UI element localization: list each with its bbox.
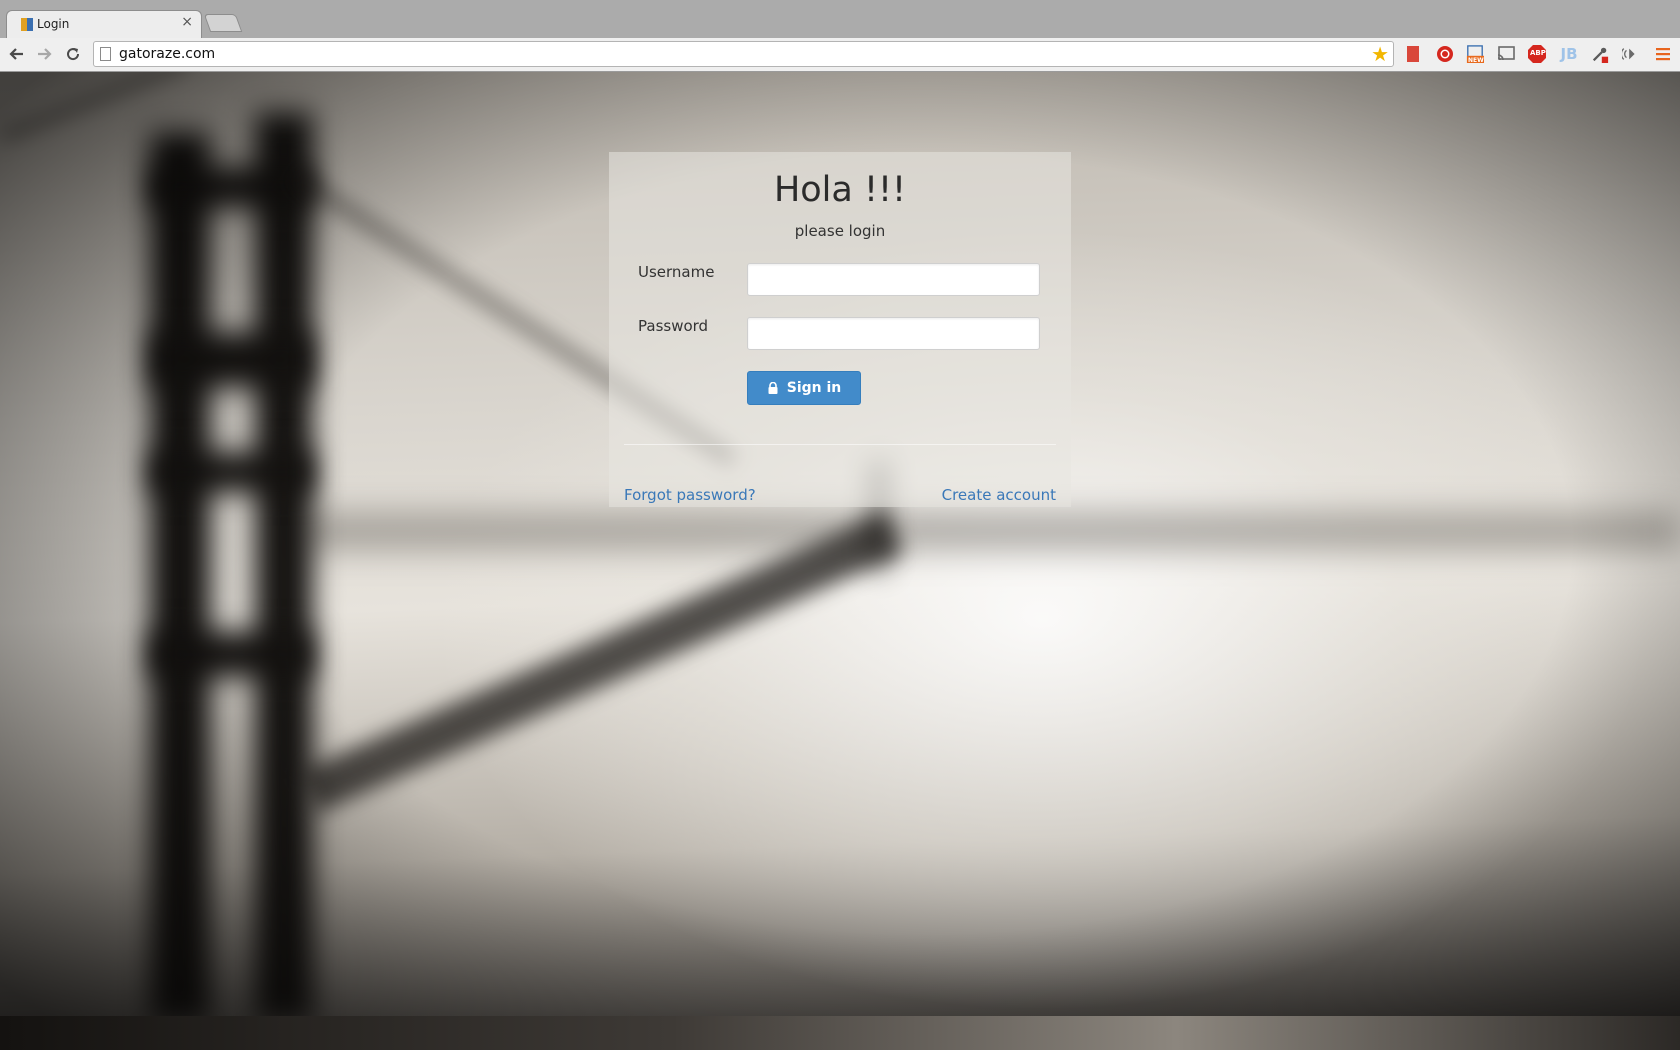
- panel-divider: [624, 444, 1056, 445]
- reload-button[interactable]: [62, 43, 84, 65]
- browser-chrome: Login × gatoraze.com ★ NEW ABP JB: [0, 0, 1680, 72]
- login-subtitle: please login: [794, 222, 886, 240]
- url-text[interactable]: gatoraze.com: [119, 46, 215, 62]
- tab-strip: Login ×: [0, 0, 1680, 38]
- bottom-strip: [0, 1016, 1680, 1050]
- password-input[interactable]: [747, 317, 1040, 350]
- back-arrow-icon: [9, 48, 23, 60]
- sign-in-label: Sign in: [786, 380, 842, 396]
- sign-in-button[interactable]: Sign in: [747, 371, 861, 405]
- record-ext-icon[interactable]: [1436, 45, 1454, 63]
- login-panel: Hola !!! please login Username Password …: [609, 152, 1071, 507]
- speaker-ext-icon[interactable]: [1622, 45, 1640, 63]
- username-label: Username: [638, 263, 715, 281]
- lock-icon: [768, 382, 778, 394]
- bookmark-ext-icon[interactable]: [1404, 45, 1422, 63]
- jb-label: JB: [1560, 45, 1578, 63]
- menu-icon[interactable]: [1654, 45, 1672, 63]
- create-account-link[interactable]: Create account: [942, 486, 1056, 504]
- tab-login[interactable]: Login ×: [6, 10, 202, 38]
- address-bar[interactable]: gatoraze.com ★: [93, 41, 1394, 67]
- new-ext-icon[interactable]: NEW: [1466, 45, 1484, 64]
- cast-icon[interactable]: [1497, 45, 1515, 63]
- page-viewport: Hola !!! please login Username Password …: [0, 72, 1680, 1016]
- tab-title: Login: [37, 17, 70, 31]
- adblock-ext-icon[interactable]: ABP: [1528, 45, 1546, 63]
- bookmark-star-icon[interactable]: ★: [1371, 43, 1389, 65]
- forgot-password-link[interactable]: Forgot password?: [624, 486, 756, 504]
- tab-close-icon[interactable]: ×: [181, 14, 193, 30]
- back-button[interactable]: [6, 43, 28, 65]
- new-tab-button[interactable]: [203, 14, 243, 32]
- adblock-label: ABP: [1530, 49, 1546, 57]
- forward-arrow-icon: [38, 48, 52, 60]
- jb-ext-icon[interactable]: JB: [1560, 45, 1578, 63]
- reload-icon: [67, 48, 80, 61]
- eyedropper-ext-icon[interactable]: [1591, 45, 1609, 63]
- browser-toolbar: gatoraze.com ★ NEW ABP JB: [0, 38, 1680, 72]
- password-label: Password: [638, 317, 709, 335]
- username-input[interactable]: [747, 263, 1040, 296]
- new-ext-label: NEW: [1468, 57, 1484, 64]
- favicon-icon: [21, 18, 33, 31]
- login-title: Hola !!!: [773, 170, 907, 210]
- forward-button[interactable]: [33, 43, 55, 65]
- page-icon: [100, 47, 111, 61]
